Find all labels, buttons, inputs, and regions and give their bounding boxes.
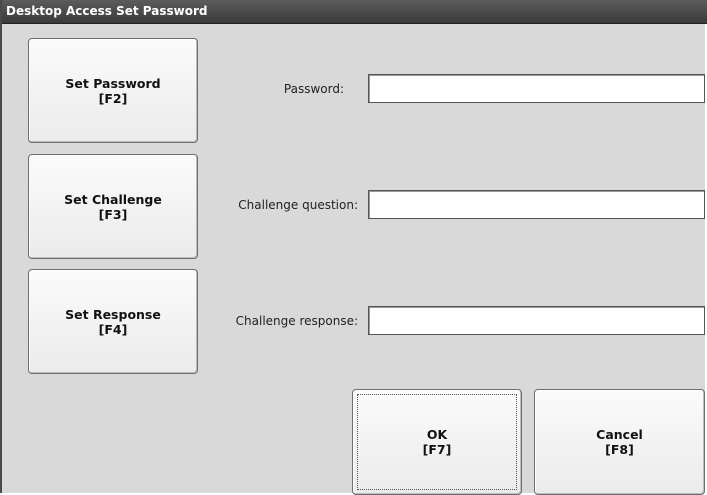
set-password-button-label: Set Password: [65, 75, 161, 91]
set-challenge-button[interactable]: Set Challenge [F3]: [28, 154, 198, 259]
challenge-response-field[interactable]: [368, 306, 705, 335]
cancel-button[interactable]: Cancel [F8]: [534, 389, 705, 495]
challenge-question-field[interactable]: [368, 190, 705, 219]
set-password-dialog: Desktop Access Set Password Set Password…: [0, 0, 707, 495]
ok-button-label: OK: [426, 427, 448, 442]
window-title: Desktop Access Set Password: [2, 0, 707, 24]
set-password-button[interactable]: Set Password [F2]: [28, 38, 198, 143]
ok-button-key: [F7]: [422, 442, 452, 457]
set-challenge-button-key: [F3]: [98, 206, 128, 222]
password-label: Password:: [283, 82, 344, 96]
set-challenge-button-label: Set Challenge: [64, 191, 162, 207]
set-password-button-key: [F2]: [98, 90, 128, 106]
challenge-question-label: Challenge question:: [238, 198, 358, 212]
challenge-response-label: Challenge response:: [235, 314, 358, 328]
password-field[interactable]: [368, 74, 705, 103]
set-response-button-key: [F4]: [98, 321, 128, 337]
set-response-button[interactable]: Set Response [F4]: [28, 269, 198, 374]
ok-button[interactable]: OK [F7]: [352, 389, 522, 495]
cancel-button-label: Cancel: [596, 427, 643, 442]
set-response-button-label: Set Response: [65, 306, 161, 322]
cancel-button-key: [F8]: [605, 442, 634, 457]
